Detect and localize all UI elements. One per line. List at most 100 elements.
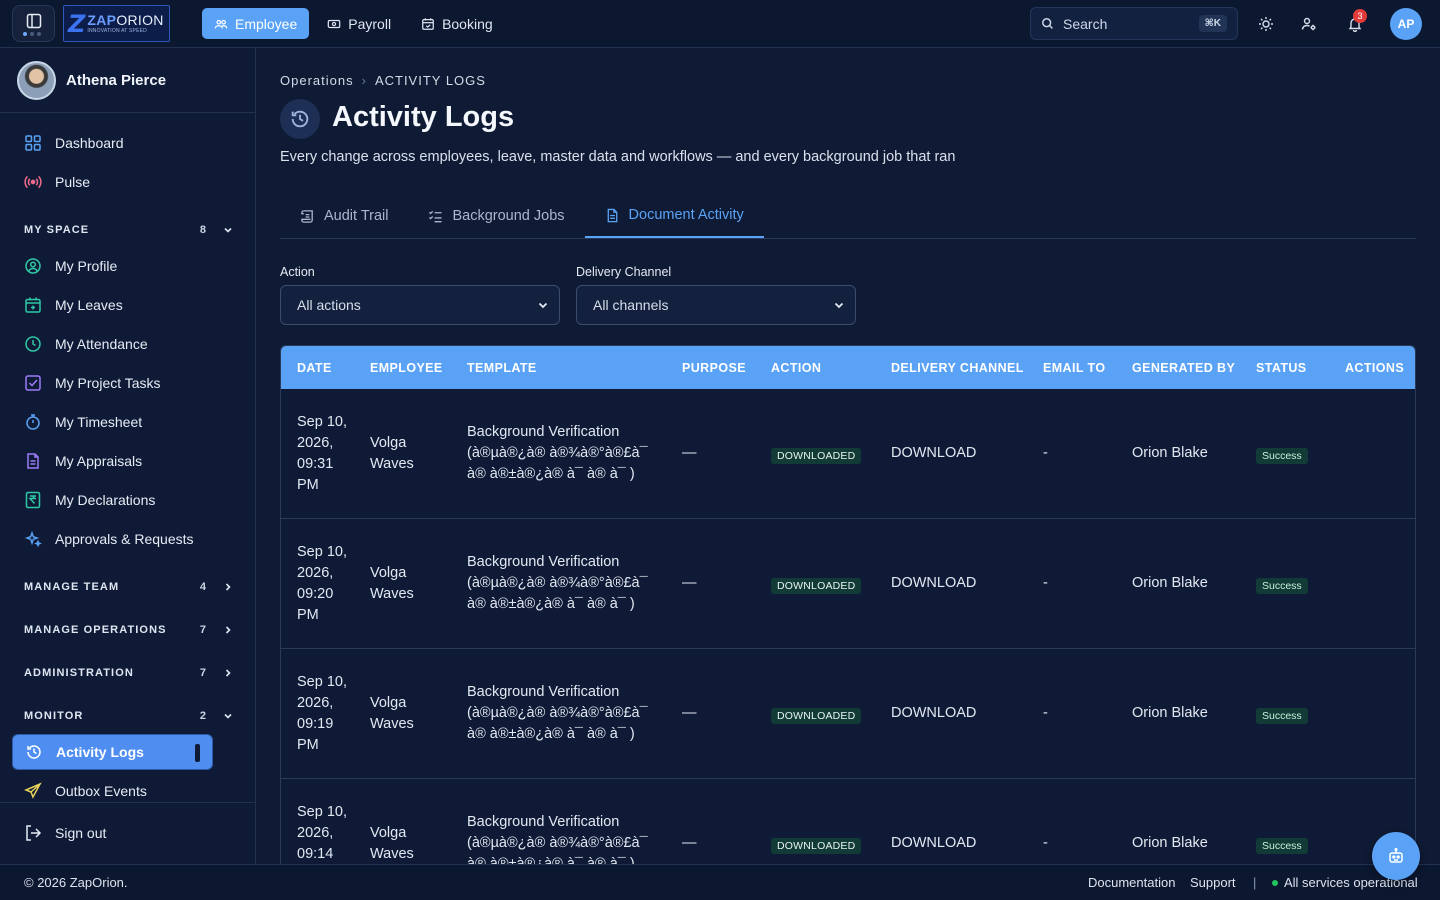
breadcrumb-parent[interactable]: Operations bbox=[280, 73, 354, 88]
sidebar-item-my-leaves[interactable]: My Leaves bbox=[12, 287, 242, 323]
action-filter-select[interactable]: All actions bbox=[280, 285, 560, 325]
cell-date: Sep 10, 2026, 09:19 PM bbox=[297, 673, 347, 753]
table-row[interactable]: Sep 10, 2026, 09:19 PM Volga Waves Backg… bbox=[281, 649, 1415, 779]
sidebar-item-approvals-requests[interactable]: Approvals & Requests bbox=[12, 521, 242, 557]
column-header-generated-by[interactable]: GENERATED BY bbox=[1132, 361, 1235, 375]
document-activity-table: DATE EMPLOYEE TEMPLATE PURPOSE ACTION DE… bbox=[280, 345, 1416, 864]
column-header-status[interactable]: STATUS bbox=[1256, 361, 1307, 375]
sidebar-item-my-appraisals[interactable]: My Appraisals bbox=[12, 443, 242, 479]
sidebar: Athena Pierce Dashboard Pulse MY SPACE 8… bbox=[0, 48, 256, 864]
tab-background-jobs[interactable]: Background Jobs bbox=[408, 194, 584, 238]
channel-filter-label: Delivery Channel bbox=[576, 265, 672, 279]
action-badge: DOWNLOADED bbox=[771, 707, 862, 724]
user-circle-icon bbox=[25, 258, 41, 274]
copyright-text: © 2026 ZapOrion. bbox=[24, 875, 128, 890]
cell-delivery-channel: DOWNLOAD bbox=[891, 835, 977, 851]
send-icon bbox=[24, 782, 42, 799]
sidebar-item-label: My Attendance bbox=[55, 336, 148, 352]
tab-document-activity[interactable]: Document Activity bbox=[584, 194, 764, 238]
column-header-action[interactable]: ACTION bbox=[771, 361, 821, 375]
cell-template: Background Verification (à®µà®¿à® à®¾à®°… bbox=[467, 684, 648, 742]
nav-payroll[interactable]: Payroll bbox=[315, 8, 403, 39]
section-manage-operations[interactable]: MANAGE OPERATIONS 7 bbox=[24, 624, 234, 636]
module-nav: Employee Payroll Booking bbox=[202, 8, 505, 39]
user-avatar-button[interactable]: AP bbox=[1390, 8, 1422, 40]
dashboard-icon bbox=[25, 135, 41, 151]
sidebar-item-outbox-events[interactable]: Outbox Events bbox=[12, 773, 242, 809]
sidebar-item-activity-logs[interactable]: Activity Logs bbox=[12, 734, 213, 770]
sidebar-item-pulse[interactable]: Pulse bbox=[12, 164, 242, 200]
clock-icon bbox=[25, 336, 41, 352]
support-link[interactable]: Support bbox=[1190, 875, 1236, 890]
breadcrumb-current: ACTIVITY LOGS bbox=[374, 73, 486, 88]
cell-delivery-channel: DOWNLOAD bbox=[891, 445, 977, 461]
sidebar-item-label: My Profile bbox=[55, 258, 118, 274]
section-title: MANAGE OPERATIONS bbox=[24, 624, 167, 636]
sidebar-item-my-attendance[interactable]: My Attendance bbox=[12, 326, 242, 362]
sign-out-label: Sign out bbox=[55, 825, 107, 841]
nav-booking[interactable]: Booking bbox=[409, 8, 505, 39]
sidebar-item-dashboard[interactable]: Dashboard bbox=[12, 125, 242, 161]
tab-audit-trail[interactable]: Audit Trail bbox=[280, 194, 408, 238]
zaporion-logo[interactable]: Z ZAPORION INNOVATION AT SPEED bbox=[63, 5, 170, 42]
cell-generated-by: Orion Blake bbox=[1132, 575, 1208, 591]
sidebar-item-my-timesheet[interactable]: My Timesheet bbox=[12, 404, 242, 440]
column-header-purpose[interactable]: PURPOSE bbox=[682, 361, 746, 375]
section-count: 8 bbox=[199, 224, 206, 236]
status-dot-icon bbox=[1272, 879, 1278, 886]
list-check-icon bbox=[429, 210, 443, 222]
documentation-link[interactable]: Documentation bbox=[1088, 875, 1175, 890]
sidebar-item-label: My Project Tasks bbox=[55, 375, 161, 391]
sidebar-profile[interactable]: Athena Pierce bbox=[0, 48, 255, 113]
cell-generated-by: Orion Blake bbox=[1132, 835, 1208, 851]
search-icon bbox=[1042, 18, 1053, 29]
section-my-space[interactable]: MY SPACE 8 bbox=[24, 224, 234, 236]
tab-label: Document Activity bbox=[628, 207, 744, 223]
user-gear-icon bbox=[1301, 17, 1316, 31]
sign-out-button[interactable]: Sign out bbox=[12, 815, 242, 851]
rupee-icon bbox=[25, 491, 41, 509]
cell-date: Sep 10, 2026, 09:31 PM bbox=[297, 413, 347, 493]
assistant-bot-button[interactable] bbox=[1372, 832, 1420, 880]
notifications-button[interactable]: 3 bbox=[1343, 9, 1367, 36]
theme-toggle-button[interactable] bbox=[1254, 12, 1278, 36]
cell-email-to: - bbox=[1043, 835, 1048, 851]
global-search[interactable]: Search ⌘K bbox=[1030, 7, 1238, 40]
column-header-email-to[interactable]: EMAIL TO bbox=[1043, 361, 1105, 375]
cell-employee: Volga Waves bbox=[370, 824, 414, 862]
page-title: Activity Logs bbox=[332, 101, 515, 133]
nav-employee[interactable]: Employee bbox=[202, 8, 310, 39]
table-row[interactable]: Sep 10, 2026, 09:14 PM Volga Waves Backg… bbox=[281, 779, 1415, 864]
column-header-template[interactable]: TEMPLATE bbox=[467, 361, 537, 375]
section-monitor[interactable]: MONITOR 2 bbox=[24, 710, 234, 722]
sidebar-item-label: Dashboard bbox=[55, 135, 124, 151]
section-administration[interactable]: ADMINISTRATION 7 bbox=[24, 667, 234, 679]
sign-out-icon bbox=[26, 825, 42, 841]
column-header-employee[interactable]: EMPLOYEE bbox=[370, 361, 443, 375]
sidebar-item-label: My Timesheet bbox=[55, 414, 143, 430]
user-settings-button[interactable] bbox=[1297, 12, 1321, 36]
status-badge: Success bbox=[1256, 837, 1308, 854]
table-row[interactable]: Sep 10, 2026, 09:20 PM Volga Waves Backg… bbox=[281, 519, 1415, 649]
sidebar-toggle-button[interactable] bbox=[12, 5, 55, 42]
column-header-date[interactable]: DATE bbox=[297, 361, 332, 375]
robot-icon bbox=[1389, 847, 1403, 863]
sidebar-item-my-declarations[interactable]: My Declarations bbox=[12, 482, 242, 518]
table-row[interactable]: Sep 10, 2026, 09:31 PM Volga Waves Backg… bbox=[281, 389, 1415, 519]
chevron-down-icon bbox=[224, 713, 232, 719]
top-bar: Z ZAPORION INNOVATION AT SPEED Employee … bbox=[0, 0, 1440, 48]
chevron-right-icon bbox=[225, 583, 231, 591]
sidebar-icon bbox=[26, 13, 41, 28]
table-header: DATE EMPLOYEE TEMPLATE PURPOSE ACTION DE… bbox=[281, 346, 1415, 389]
chevron-down-icon bbox=[834, 302, 844, 309]
sidebar-item-my-profile[interactable]: My Profile bbox=[12, 248, 242, 284]
channel-filter-select[interactable]: All channels bbox=[576, 285, 856, 325]
column-header-delivery-channel[interactable]: DELIVERY CHANNEL bbox=[891, 361, 1024, 375]
channel-filter-value: All channels bbox=[593, 297, 669, 313]
cell-employee: Volga Waves bbox=[370, 434, 414, 472]
sun-icon bbox=[1259, 17, 1273, 31]
action-badge: DOWNLOADED bbox=[771, 837, 862, 854]
sparkle-icon bbox=[24, 530, 42, 548]
section-manage-team[interactable]: MANAGE TEAM 4 bbox=[24, 581, 234, 593]
sidebar-item-my-project-tasks[interactable]: My Project Tasks bbox=[12, 365, 242, 401]
